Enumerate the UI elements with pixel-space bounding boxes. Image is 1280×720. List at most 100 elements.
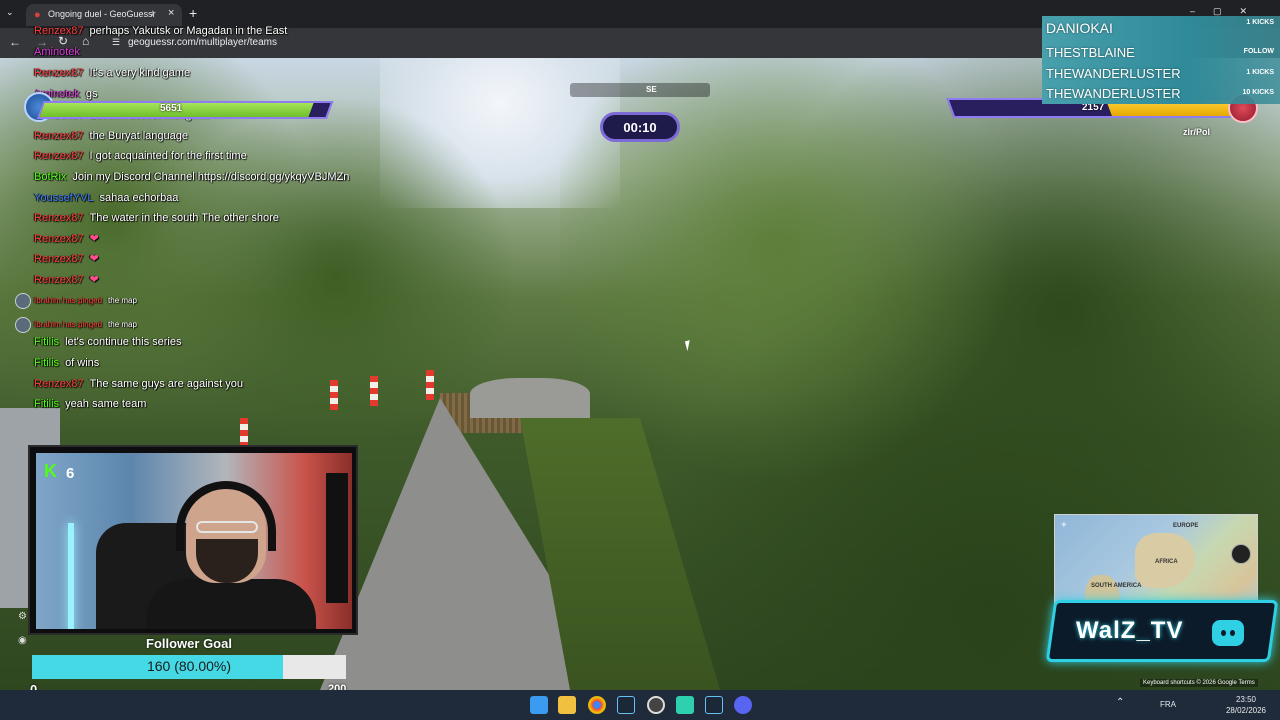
- chat-message: Renzex87 ❤: [34, 250, 99, 270]
- kick-event-badge: 1 KICKS: [1246, 19, 1274, 26]
- chat-text: gs: [85, 88, 98, 100]
- map-attribution[interactable]: Keyboard shortcuts © 2026 Google Terms: [1140, 679, 1258, 687]
- follower-goal-bar: 160 (80.00%): [32, 655, 346, 679]
- new-tab-button[interactable]: +: [189, 5, 197, 21]
- chat-message: Fitilis of wins: [34, 354, 99, 374]
- chat-username[interactable]: Renzex87: [34, 67, 84, 79]
- follower-goal-title: Follower Goal: [146, 636, 232, 651]
- chat-text: of wins: [65, 357, 100, 369]
- brand-name: WalZ_TV: [1076, 617, 1184, 644]
- minimap-label: EUROPE: [1173, 523, 1199, 529]
- kick-event-name: THEWANDERLUSTER: [1046, 66, 1181, 81]
- steam-icon[interactable]: [705, 696, 723, 714]
- team-right-tag: zlr/Pol: [1183, 127, 1211, 137]
- input-language[interactable]: FRA: [1160, 700, 1176, 709]
- chat-username[interactable]: Renzex87: [34, 25, 84, 37]
- chat-username[interactable]: Ibrahim has pinged: [34, 296, 102, 305]
- back-icon[interactable]: ←: [9, 35, 21, 49]
- chat-message: Renzex87 the Buryat language: [34, 127, 188, 147]
- settings-icon[interactable]: [647, 696, 665, 714]
- chat-message: Aminotek: [34, 43, 86, 63]
- discord-taskbar-icon[interactable]: [734, 696, 752, 714]
- chat-username[interactable]: Renzex87: [34, 274, 84, 286]
- chat-message: Renzex87 perhaps Yakutsk or Magadan in th…: [34, 22, 287, 42]
- chat-username[interactable]: BotRix: [34, 171, 66, 183]
- chat-text: ❤: [89, 253, 99, 265]
- expand-map-icon[interactable]: +: [1061, 520, 1067, 531]
- chat-text: let's continue this series: [65, 336, 182, 348]
- kick-event-badge: 1 KICKS: [1246, 69, 1274, 76]
- chat-message: Fitilis yeah same team: [34, 395, 146, 415]
- chat-text: The same guys are against you: [89, 378, 244, 390]
- chat-message: Fitilis let's continue this series: [34, 333, 182, 353]
- headset: [176, 481, 276, 551]
- compass[interactable]: [570, 83, 710, 97]
- chat-message: Renzex87 ❤: [34, 230, 99, 250]
- tab-search-icon[interactable]: ⌄: [6, 7, 14, 18]
- chat-text: I got acquainted for the first time: [89, 150, 247, 162]
- kick-event-name: THEWANDERLUSTER: [1046, 86, 1181, 101]
- chat-username[interactable]: Fitilis: [34, 398, 59, 410]
- speaker-icon[interactable]: ♪: [150, 8, 155, 19]
- road-post: [240, 418, 248, 448]
- emote-icon[interactable]: [1231, 544, 1251, 564]
- chat-text: the Buryat language: [89, 130, 189, 142]
- road-post: [330, 380, 338, 410]
- kick-viewer-count: 6: [66, 465, 75, 482]
- chat-text: sahaa echorbaa: [99, 192, 179, 204]
- chat-username[interactable]: Aminotek: [34, 46, 80, 58]
- webcam-feed: K 6: [36, 453, 352, 629]
- chat-username[interactable]: Renzex87: [34, 253, 84, 265]
- windows-taskbar: [0, 690, 1280, 720]
- chat-username[interactable]: Renzex87: [34, 150, 84, 162]
- chat-message: YoussefYVL sahaa echorbaa: [34, 189, 178, 209]
- avatar-icon: [15, 293, 31, 309]
- chat-username[interactable]: Renzex87: [34, 212, 84, 224]
- chrome-icon[interactable]: [588, 696, 606, 714]
- chat-text: yeah same team: [65, 398, 147, 410]
- chat-message: Renzex87 ❤: [34, 271, 99, 291]
- steam-icon[interactable]: [617, 696, 635, 714]
- clock[interactable]: 23:50 28/02/2026: [1220, 694, 1272, 716]
- microphone: [326, 473, 348, 603]
- follower-goal-progress: 160 (80.00%): [146, 658, 232, 674]
- kick-event-badge: 10 KICKS: [1242, 89, 1274, 96]
- chat-message: BotRix Join my Discord Channel https://di…: [34, 168, 349, 188]
- chat-text: The water in the south The other shore: [89, 212, 279, 224]
- chat-username[interactable]: Fitilis: [34, 357, 59, 369]
- chat-message: Renzex87 I got acquainted for the first t…: [34, 147, 247, 167]
- chat-text: ❤: [89, 274, 99, 286]
- health-left-value: 5651: [160, 103, 183, 114]
- chat-username[interactable]: Fitilis: [34, 336, 59, 348]
- clock-date: 28/02/2026: [1225, 706, 1267, 715]
- compass-heading: SE: [646, 85, 657, 94]
- system-tray-icons[interactable]: ⌃: [1116, 697, 1130, 708]
- kick-events-panel: DANIOKAI 1 KICKS THESTBLAINE FOLLOW THEW…: [1042, 16, 1280, 104]
- map-side-controls[interactable]: ⚙ ◉: [18, 605, 27, 653]
- webcam-panel: K 6: [28, 445, 358, 635]
- discord-icon: [1212, 620, 1244, 646]
- road-post: [426, 370, 434, 400]
- chat-message: Renzex87 It's a very kind game: [34, 64, 190, 84]
- chat-text: the map: [108, 296, 137, 305]
- chat-text: perhaps Yakutsk or Magadan in the East: [89, 25, 288, 37]
- streamer-body: [146, 579, 316, 629]
- chat-username[interactable]: Renzex87: [34, 130, 84, 142]
- chat-username[interactable]: Ibrahim has pinged: [34, 320, 102, 329]
- close-icon[interactable]: ×: [168, 7, 174, 19]
- timer-text: 00:10: [623, 120, 657, 135]
- chat-message: Renzex87 The water in the south The other…: [34, 209, 279, 229]
- chat-text: Join my Discord Channel https://discord.…: [72, 171, 350, 183]
- file-explorer-icon[interactable]: [558, 696, 576, 714]
- windows-start-icon[interactable]: [530, 696, 548, 714]
- kick-event-badge: FOLLOW: [1243, 48, 1274, 55]
- avatar-icon: [15, 317, 31, 333]
- chat-username[interactable]: Renzex87: [34, 233, 84, 245]
- chat-username[interactable]: Renzex87: [34, 378, 84, 390]
- chat-username[interactable]: YoussefYVL: [34, 192, 94, 204]
- app-icon[interactable]: [676, 696, 694, 714]
- kick-event-name: DANIOKAI: [1046, 20, 1113, 36]
- chat-message: Renzex87 The same guys are against you: [34, 375, 243, 395]
- light-bar: [68, 523, 74, 629]
- chat-text: the map: [108, 320, 137, 329]
